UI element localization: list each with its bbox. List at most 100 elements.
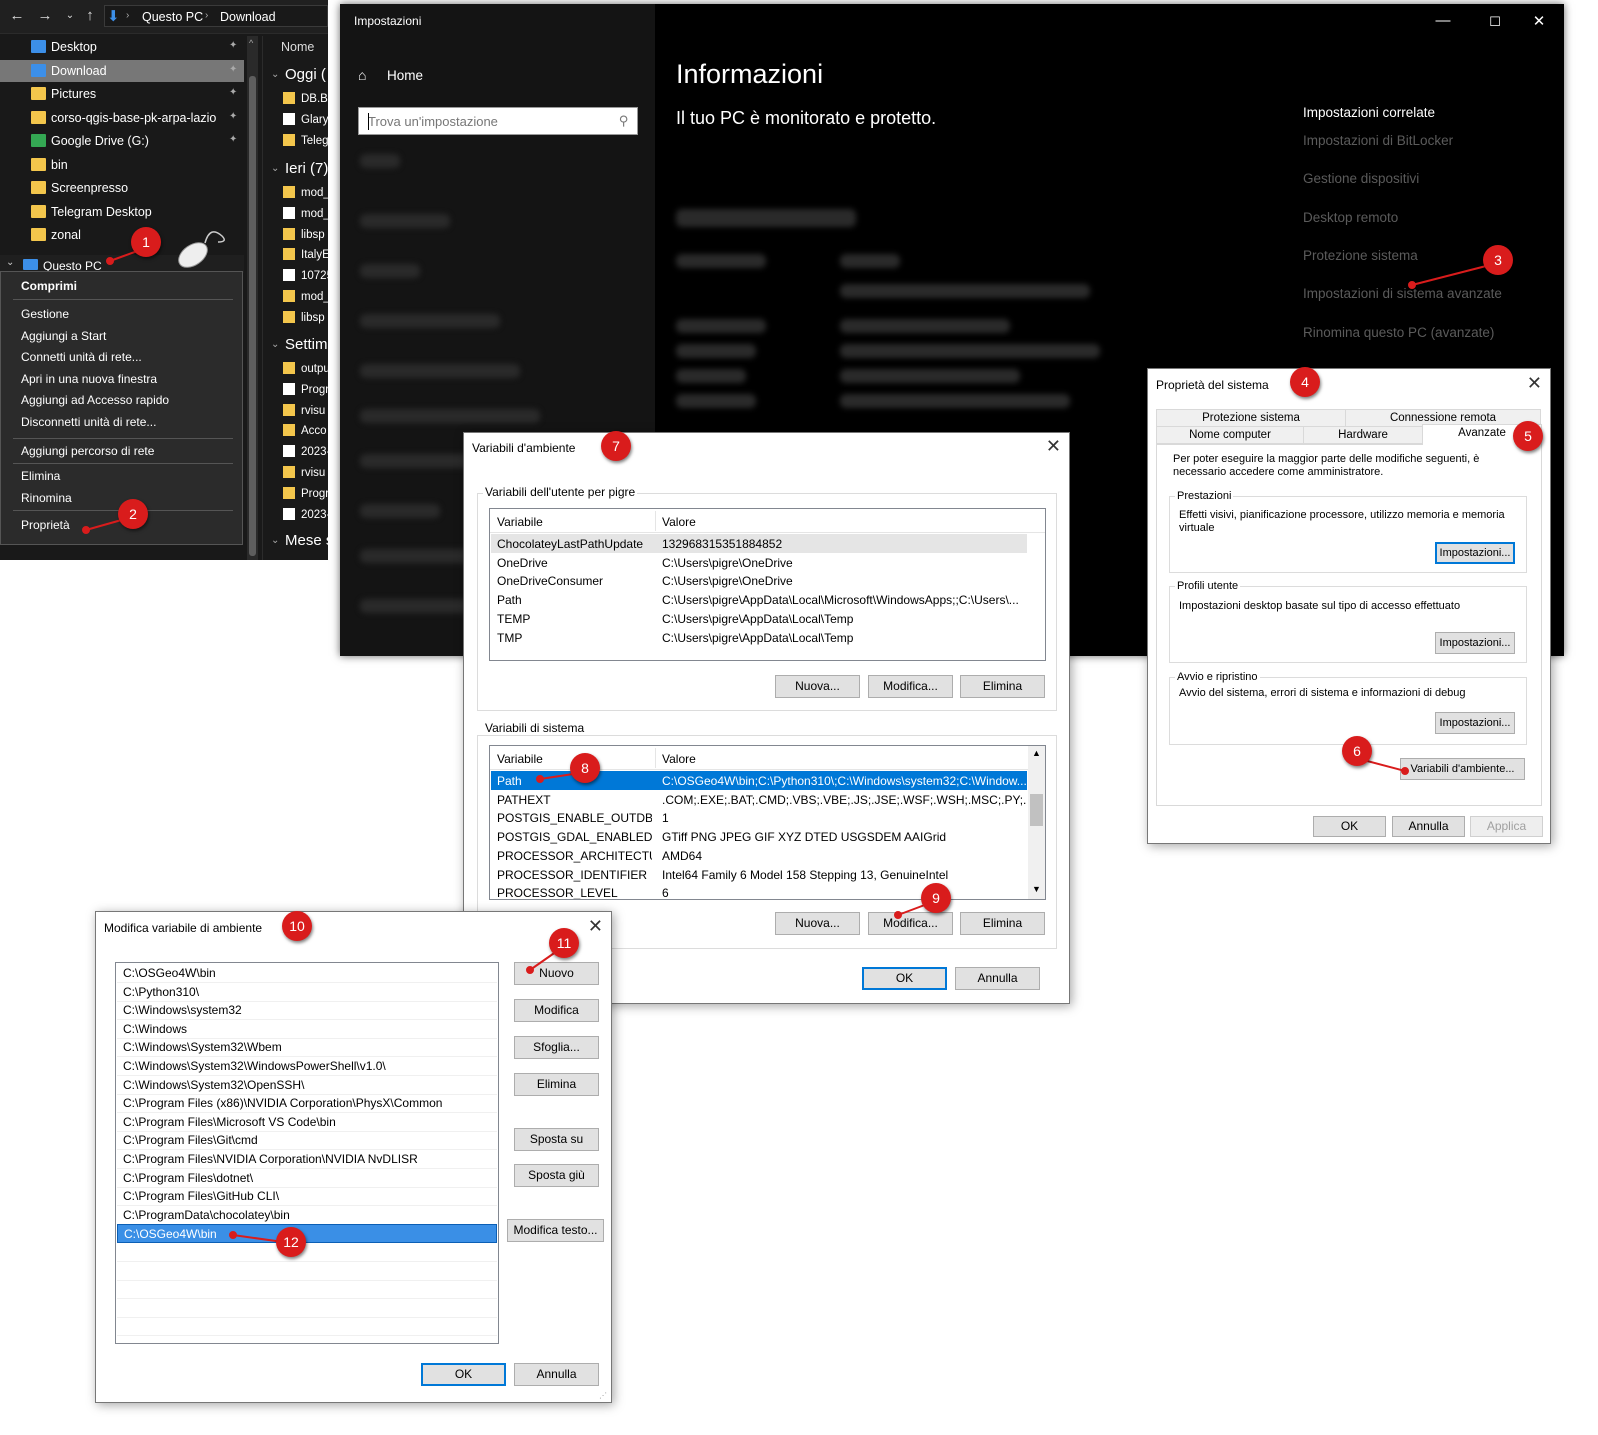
- sidebar-item[interactable]: Download ✦: [0, 59, 244, 82]
- new-system-variable-button[interactable]: Nuova...: [775, 912, 860, 935]
- sidebar-item[interactable]: Pictures ✦: [0, 83, 244, 105]
- file-row[interactable]: Teleg: [283, 133, 328, 152]
- table-row[interactable]: OneDriveConsumer C:\Users\pigre\OneDrive: [491, 571, 1027, 590]
- list-item[interactable]: C:\Program Files (x86)\NVIDIA Corporatio…: [117, 1094, 497, 1114]
- file-row[interactable]: ItalyE: [283, 248, 328, 266]
- cancel-button[interactable]: Annulla: [1392, 816, 1465, 837]
- file-row[interactable]: Progr: [283, 486, 328, 505]
- delete-system-variable-button[interactable]: Elimina: [960, 912, 1045, 935]
- table-row[interactable]: Path C:\Users\pigre\AppData\Local\Microso…: [491, 590, 1027, 609]
- list-item[interactable]: C:\Windows\System32\WindowsPowerShell\v1…: [117, 1057, 497, 1076]
- file-row[interactable]: 10725: [283, 269, 328, 287]
- empty-list-row[interactable]: [117, 1280, 497, 1300]
- menu-item[interactable]: Aggiungi ad Accesso rapido: [21, 393, 169, 407]
- edit-entry-button[interactable]: Modifica: [514, 999, 599, 1022]
- menu-item[interactable]: Connetti unità di rete...: [21, 350, 142, 364]
- menu-item[interactable]: Disconnetti unità di rete...: [21, 415, 156, 429]
- table-row[interactable]: TEMP C:\Users\pigre\AppData\Local\Temp: [491, 609, 1027, 628]
- menu-item[interactable]: Gestione: [21, 307, 69, 321]
- list-item[interactable]: C:\Windows\System32\OpenSSH\: [117, 1076, 497, 1095]
- menu-item[interactable]: Apri in una nuova finestra: [21, 372, 157, 386]
- forward-arrow-icon[interactable]: →: [36, 7, 54, 24]
- file-group-header[interactable]: Mese s: [285, 532, 328, 549]
- close-icon[interactable]: ✕: [1524, 12, 1554, 30]
- list-item[interactable]: C:\Program Files\dotnet\: [117, 1169, 497, 1188]
- ok-button[interactable]: OK: [862, 967, 947, 990]
- empty-list-row[interactable]: [117, 1262, 497, 1281]
- menu-item-comprimi[interactable]: Comprimi: [21, 279, 77, 293]
- menu-item[interactable]: Elimina: [21, 469, 60, 483]
- edit-system-variable-button[interactable]: Modifica...: [868, 912, 953, 935]
- table-row[interactable]: POSTGIS_GDAL_ENABLED_D... GTiff PNG JPEG …: [491, 827, 1027, 846]
- path-entries-list[interactable]: C:\OSGeo4W\bin C:\Python310\ C:\Windows\sy…: [115, 962, 499, 1344]
- list-item[interactable]: C:\ProgramData\chocolatey\bin: [117, 1206, 497, 1225]
- file-row[interactable]: rvisu: [283, 403, 328, 422]
- user-variables-list[interactable]: Variabile Valore ChocolateyLastPathUpdat…: [489, 508, 1046, 661]
- apply-button[interactable]: Applica: [1470, 816, 1543, 837]
- file-row[interactable]: outpu: [283, 362, 328, 380]
- sidebar-item[interactable]: corso-qgis-base-pk-arpa-lazio ✦: [0, 107, 244, 129]
- edit-user-variable-button[interactable]: Modifica...: [868, 675, 953, 698]
- column-header-variable[interactable]: Variabile: [497, 515, 543, 529]
- ok-button[interactable]: OK: [421, 1363, 506, 1386]
- scroll-up-icon[interactable]: ▲: [1032, 748, 1041, 758]
- scroll-down-icon[interactable]: ▼: [1032, 884, 1041, 894]
- chevron-down-icon[interactable]: ⌄: [271, 535, 279, 546]
- move-down-button[interactable]: Sposta giù: [514, 1164, 599, 1187]
- breadcrumb-item[interactable]: Questo PC: [142, 10, 203, 24]
- sidebar-item[interactable]: Screenpresso: [0, 177, 244, 199]
- menu-item[interactable]: Proprietà: [21, 518, 70, 532]
- sidebar-item[interactable]: zonal: [0, 224, 244, 246]
- minimize-icon[interactable]: —: [1428, 12, 1458, 29]
- list-item[interactable]: C:\OSGeo4W\bin: [117, 1224, 497, 1244]
- sidebar-item[interactable]: bin: [0, 154, 244, 176]
- scrollbar-thumb[interactable]: [1030, 794, 1043, 826]
- related-link[interactable]: Gestione dispositivi: [1303, 171, 1419, 186]
- navigation-scrollbar[interactable]: [247, 36, 258, 560]
- chevron-down-icon[interactable]: ⌄: [6, 257, 14, 268]
- file-group-header[interactable]: Settim: [285, 336, 328, 353]
- table-row[interactable]: PROCESSOR_ARCHITECTURE AMD64: [491, 846, 1027, 865]
- move-up-button[interactable]: Sposta su: [514, 1128, 599, 1151]
- file-row[interactable]: Glary: [283, 112, 328, 131]
- menu-item[interactable]: Aggiungi percorso di rete: [21, 444, 154, 458]
- column-header-value[interactable]: Valore: [662, 752, 696, 766]
- new-user-variable-button[interactable]: Nuova...: [775, 675, 860, 698]
- sidebar-item[interactable]: Google Drive (G:) ✦: [0, 130, 244, 152]
- list-item[interactable]: C:\Python310\: [117, 983, 497, 1002]
- table-row[interactable]: POSTGIS_ENABLE_OUTDB_R... 1: [491, 808, 1027, 827]
- list-item[interactable]: C:\Windows: [117, 1020, 497, 1039]
- sidebar-item[interactable]: Telegram Desktop: [0, 201, 244, 223]
- empty-list-row[interactable]: [117, 1243, 497, 1262]
- related-link[interactable]: Protezione sistema: [1303, 248, 1418, 263]
- column-header-value[interactable]: Valore: [662, 515, 696, 529]
- chevron-down-icon[interactable]: ⌄: [271, 69, 279, 80]
- list-item[interactable]: C:\Program Files\GitHub CLI\: [117, 1187, 497, 1207]
- menu-item[interactable]: Rinomina: [21, 491, 72, 505]
- chevron-down-icon[interactable]: ⌄: [271, 339, 279, 350]
- breadcrumb[interactable]: [104, 5, 328, 27]
- close-icon[interactable]: ✕: [1046, 436, 1061, 457]
- related-link[interactable]: Impostazioni di sistema avanzate: [1303, 286, 1502, 301]
- file-row[interactable]: rvisu: [283, 466, 328, 484]
- file-row[interactable]: Acco: [283, 424, 328, 442]
- browse-button[interactable]: Sfoglia...: [514, 1036, 599, 1059]
- profiles-settings-button[interactable]: Impostazioni...: [1435, 632, 1515, 654]
- column-header-variable[interactable]: Variabile: [497, 752, 543, 766]
- delete-entry-button[interactable]: Elimina: [514, 1073, 599, 1096]
- cancel-button[interactable]: Annulla: [514, 1363, 599, 1386]
- settings-search-input[interactable]: Trova un'impostazione ⚲: [358, 107, 638, 135]
- table-row[interactable]: OneDrive C:\Users\pigre\OneDrive: [491, 553, 1027, 572]
- related-link[interactable]: Impostazioni di BitLocker: [1303, 133, 1453, 148]
- scrollbar[interactable]: ▲ ▼: [1028, 746, 1045, 899]
- table-row[interactable]: PATHEXT .COM;.EXE;.BAT;.CMD;.VBS;.VBE;.JS…: [491, 790, 1027, 809]
- sidebar-item[interactable]: Desktop ✦: [0, 36, 244, 58]
- related-link[interactable]: Rinomina questo PC (avanzate): [1303, 325, 1494, 340]
- edit-text-button[interactable]: Modifica testo...: [507, 1219, 604, 1242]
- list-item[interactable]: C:\Program Files\Microsoft VS Code\bin: [117, 1113, 497, 1132]
- resize-grip-icon[interactable]: ⋰: [599, 1391, 607, 1400]
- file-row[interactable]: libsp: [283, 227, 328, 246]
- cancel-button[interactable]: Annulla: [955, 967, 1040, 990]
- file-row[interactable]: mod_: [283, 290, 328, 308]
- list-item[interactable]: C:\Windows\system32: [117, 1001, 497, 1021]
